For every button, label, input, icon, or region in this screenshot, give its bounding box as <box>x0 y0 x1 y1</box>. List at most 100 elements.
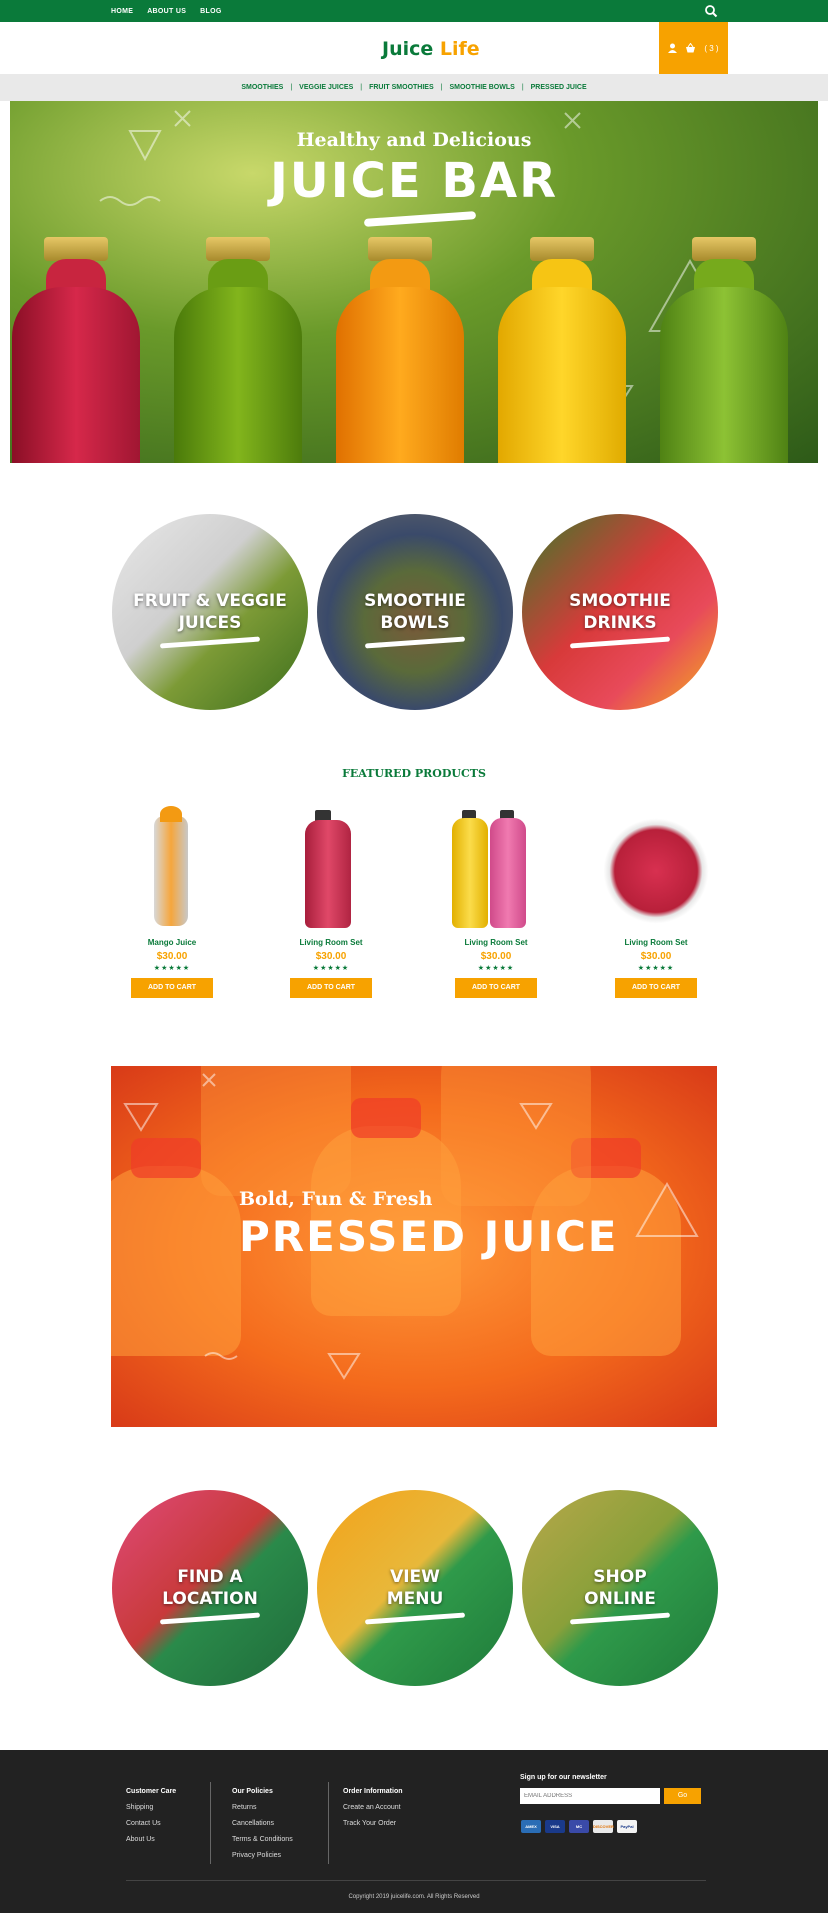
top-nav: HOME ABOUT US BLOG <box>111 0 222 22</box>
banner-subtitle: Bold, Fun & Fresh <box>239 1188 433 1210</box>
circle-label: FRUIT & VEGGIE <box>133 591 287 611</box>
add-to-cart-button[interactable]: ADD TO CART <box>131 978 213 998</box>
nav-separator: | <box>290 84 293 91</box>
product-card: Mango Juice $30.00 ★★★★★ ADD TO CART <box>112 806 232 998</box>
circle-underline <box>569 636 671 649</box>
circle-label: MENU <box>386 1589 444 1609</box>
product-image[interactable] <box>112 806 232 934</box>
cat-smoothie-bowls[interactable]: SMOOTHIE BOWLS <box>449 84 514 91</box>
footer-link-returns[interactable]: Returns <box>232 1804 293 1811</box>
add-to-cart-button[interactable]: ADD TO CART <box>290 978 372 998</box>
category-nav: SMOOTHIES | VEGGIE JUICES | FRUIT SMOOTH… <box>0 74 828 101</box>
circle-label: JUICES <box>178 613 242 633</box>
footer: Customer Care Shipping Contact Us About … <box>0 1750 828 1913</box>
footer-link-privacy[interactable]: Privacy Policies <box>232 1852 293 1859</box>
footer-divider <box>210 1782 211 1864</box>
cat-smoothies[interactable]: SMOOTHIES <box>241 84 283 91</box>
mastercard-icon: MC <box>569 1820 589 1833</box>
footer-link-terms[interactable]: Terms & Conditions <box>232 1836 293 1843</box>
circle-underline <box>569 1612 671 1625</box>
circle-label: FIND A <box>177 1567 243 1587</box>
add-to-cart-button[interactable]: ADD TO CART <box>455 978 537 998</box>
featured-title: FEATURED PRODUCTS <box>342 767 486 780</box>
nav-home-link[interactable]: HOME <box>111 8 133 15</box>
product-rating: ★★★★★ <box>637 965 675 972</box>
user-icon[interactable] <box>668 43 678 53</box>
bottle-yellow <box>498 237 626 463</box>
cart-box[interactable]: ( 3 ) <box>659 22 728 74</box>
circle-label: SMOOTHIE <box>569 591 671 611</box>
logo-text-life: Life <box>439 38 480 60</box>
visa-icon: VISA <box>545 1820 565 1833</box>
cat-fruit-smoothies[interactable]: FRUIT SMOOTHIES <box>369 84 434 91</box>
banner-title: PRESSED JUICE <box>239 1212 619 1261</box>
pressed-juice-banner[interactable]: Bold, Fun & Fresh PRESSED JUICE <box>111 1066 717 1427</box>
hero-title: JUICE BAR <box>269 153 559 209</box>
product-price: $30.00 <box>156 951 188 962</box>
circle-label: DRINKS <box>583 613 657 633</box>
product-name[interactable]: Living Room Set <box>436 938 556 947</box>
product-name[interactable]: Living Room Set <box>596 938 716 947</box>
product-name[interactable]: Living Room Set <box>271 938 391 947</box>
action-circles: FIND A LOCATION VIEW MENU SHOP ONLINE <box>112 1490 718 1686</box>
product-image[interactable] <box>436 806 556 934</box>
bottle-red <box>12 237 140 463</box>
hero-subtitle: Healthy and Delicious <box>296 129 532 151</box>
product-name[interactable]: Mango Juice <box>112 938 232 947</box>
amex-icon: AMEX <box>521 1820 541 1833</box>
newsletter-go-button[interactable]: Go <box>664 1788 701 1804</box>
footer-policies: Our Policies Returns Cancellations Terms… <box>232 1788 293 1868</box>
product-rating: ★★★★★ <box>477 965 515 972</box>
newsletter-email-input[interactable] <box>520 1788 660 1804</box>
footer-order-info: Order Information Create an Account Trac… <box>343 1788 403 1836</box>
discover-icon: DISCOVER <box>593 1820 614 1833</box>
product-card: Living Room Set $30.00 ★★★★★ ADD TO CART <box>271 806 391 998</box>
footer-link-track-order[interactable]: Track Your Order <box>343 1820 403 1827</box>
search-icon[interactable] <box>704 4 718 18</box>
category-smoothie-drinks[interactable]: SMOOTHIE DRINKS <box>522 514 718 710</box>
nav-separator: | <box>521 84 524 91</box>
circle-underline <box>159 636 261 649</box>
top-bar: HOME ABOUT US BLOG <box>0 0 828 22</box>
product-image[interactable] <box>596 806 716 934</box>
shop-online-link[interactable]: SHOP ONLINE <box>522 1490 718 1686</box>
product-rating: ★★★★★ <box>312 965 350 972</box>
product-price: $30.00 <box>480 951 512 962</box>
footer-link-cancellations[interactable]: Cancellations <box>232 1820 293 1827</box>
logo[interactable]: Juice Life <box>382 38 480 60</box>
paypal-icon: PayPal <box>617 1820 637 1833</box>
nav-about-link[interactable]: ABOUT US <box>147 8 186 15</box>
product-card: Living Room Set $30.00 ★★★★★ ADD TO CART <box>436 806 556 998</box>
copyright-text: Copyright 2019 juicelife.com. All Rights… <box>348 1894 480 1900</box>
footer-link-create-account[interactable]: Create an Account <box>343 1804 403 1811</box>
circle-underline <box>364 1612 466 1625</box>
nav-separator: | <box>360 84 363 91</box>
category-circles: FRUIT & VEGGIE JUICES SMOOTHIE BOWLS SMOOT… <box>112 514 718 710</box>
footer-heading: Customer Care <box>126 1788 177 1795</box>
footer-link-contact[interactable]: Contact Us <box>126 1820 176 1827</box>
view-menu-link[interactable]: VIEW MENU <box>317 1490 513 1686</box>
circle-label: SMOOTHIE <box>364 591 466 611</box>
product-image[interactable] <box>271 806 391 934</box>
bottle-orange <box>336 237 464 463</box>
circle-underline <box>364 636 466 649</box>
footer-divider <box>328 1782 329 1864</box>
circle-label: BOWLS <box>380 613 450 633</box>
category-smoothie-bowls[interactable]: SMOOTHIE BOWLS <box>317 514 513 710</box>
cat-pressed-juice[interactable]: PRESSED JUICE <box>531 84 587 91</box>
bottle-green <box>174 237 302 463</box>
bottle-lime <box>660 237 788 463</box>
add-to-cart-button[interactable]: ADD TO CART <box>615 978 697 998</box>
product-price: $30.00 <box>315 951 347 962</box>
circle-underline <box>159 1612 261 1625</box>
header: Juice Life ( 3 ) <box>0 22 828 74</box>
category-fruit-veggie-juices[interactable]: FRUIT & VEGGIE JUICES <box>112 514 308 710</box>
circle-label: LOCATION <box>162 1589 258 1609</box>
find-location-link[interactable]: FIND A LOCATION <box>112 1490 308 1686</box>
footer-link-about[interactable]: About Us <box>126 1836 176 1843</box>
basket-icon[interactable] <box>685 43 696 53</box>
footer-link-shipping[interactable]: Shipping <box>126 1804 176 1811</box>
newsletter-heading: Sign up for our newsletter <box>520 1774 607 1781</box>
cat-veggie-juices[interactable]: VEGGIE JUICES <box>299 84 353 91</box>
nav-blog-link[interactable]: BLOG <box>200 8 221 15</box>
